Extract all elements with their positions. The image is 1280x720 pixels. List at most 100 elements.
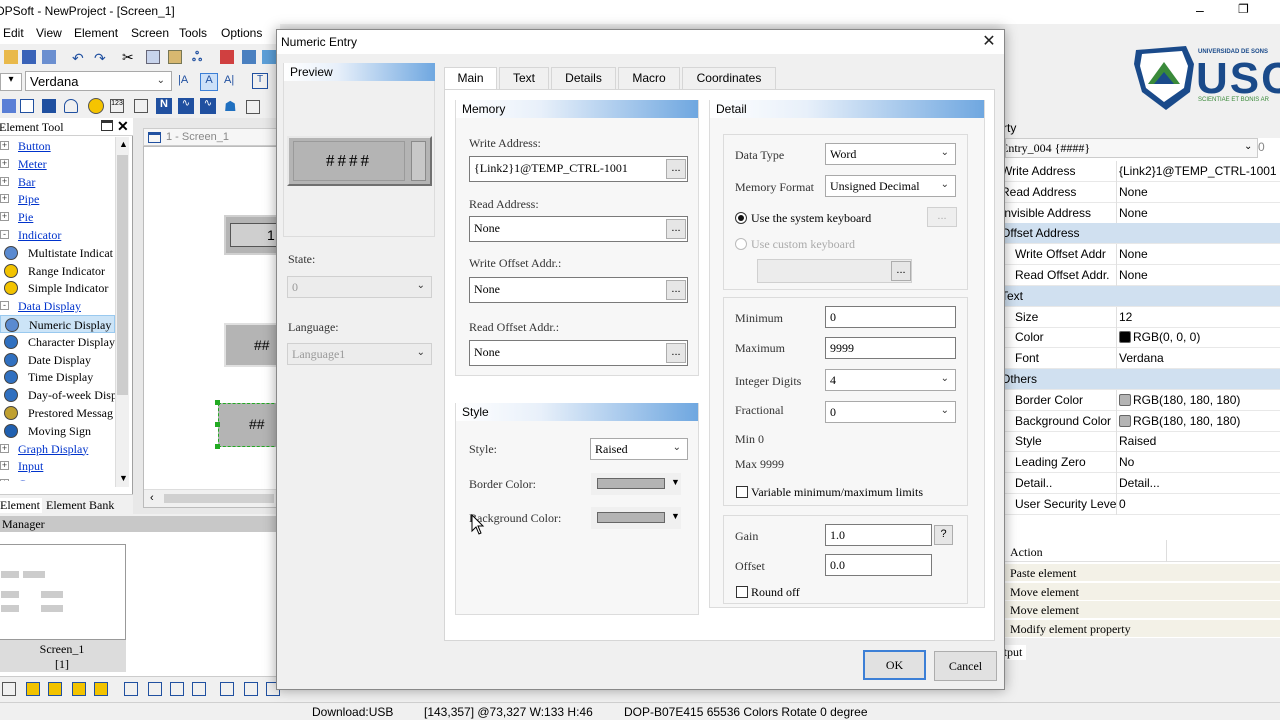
action-row[interactable]: Paste element — [1005, 564, 1280, 582]
close-icon[interactable]: ✕ — [977, 32, 1001, 52]
h-scroll-thumb[interactable] — [164, 494, 274, 503]
property-row[interactable]: Style Raised — [1005, 431, 1280, 453]
border-color-picker[interactable]: ▼ — [591, 473, 681, 495]
selection-handle[interactable] — [215, 444, 220, 449]
tree-category[interactable]: + Bar — [0, 173, 115, 191]
arc-icon[interactable] — [64, 99, 78, 113]
property-group[interactable]: Others — [1001, 369, 1280, 390]
collapse-icon[interactable]: - — [0, 301, 9, 311]
expand-icon[interactable]: + — [0, 194, 9, 204]
align-group-icon-1[interactable] — [26, 682, 40, 696]
background-color-picker[interactable]: ▼ — [591, 507, 681, 529]
distribute-icon-1[interactable] — [124, 682, 138, 696]
data-type-combo[interactable]: Word ⌄ — [825, 143, 956, 165]
tree-category[interactable]: + Input — [0, 457, 115, 475]
property-value[interactable]: 12 — [1119, 310, 1132, 324]
menu-item[interactable]: Options — [221, 26, 262, 40]
float-icon[interactable] — [101, 120, 113, 131]
align-group-icon-4[interactable] — [94, 682, 108, 696]
round-off-checkbox[interactable] — [736, 586, 748, 598]
tab-coordinates[interactable]: Coordinates — [682, 67, 776, 90]
expand-icon[interactable]: + — [0, 141, 9, 150]
variable-limits-checkbox[interactable] — [736, 486, 748, 498]
minimize-icon[interactable]: – — [1196, 2, 1204, 18]
undo-icon[interactable]: ↶ — [72, 50, 86, 66]
tab-text[interactable]: Text — [499, 67, 549, 90]
element-icon-3[interactable] — [42, 99, 56, 113]
property-row[interactable]: Font Verdana — [1005, 348, 1280, 370]
alarm-icon[interactable]: ☗ — [224, 98, 238, 114]
font-combo[interactable]: Verdana ⌄ — [25, 71, 172, 91]
tree-item[interactable]: Time Display — [0, 368, 115, 386]
property-value[interactable]: No — [1119, 455, 1134, 469]
property-group[interactable]: Offset Address — [1001, 223, 1280, 245]
ok-button[interactable]: OK — [863, 650, 926, 680]
tree-item[interactable]: Date Display — [0, 351, 115, 369]
property-row[interactable]: Read Address None — [1001, 181, 1280, 203]
size-icon-2[interactable] — [244, 682, 258, 696]
offset-input[interactable]: 0.0 — [825, 554, 932, 576]
write-offset-browse-button[interactable]: ... — [666, 280, 686, 300]
property-value[interactable]: None — [1119, 247, 1148, 261]
canvas-numeric-entry-selected[interactable]: ## — [218, 403, 284, 447]
download-icon[interactable] — [242, 50, 256, 64]
scroll-down-icon[interactable]: ▼ — [119, 473, 128, 483]
close-icon[interactable]: ✕ — [117, 118, 129, 135]
tree-item[interactable]: Range Indicator — [0, 262, 115, 280]
system-keyboard-browse-button[interactable]: ... — [927, 207, 957, 227]
scroll-left-icon[interactable]: ‹ — [150, 492, 154, 504]
tree-category[interactable]: + Pipe — [0, 190, 115, 208]
canvas-numeric-display[interactable]: ## — [224, 323, 284, 367]
property-row[interactable]: Write Offset Addr None — [1005, 244, 1280, 266]
expand-icon[interactable]: + — [0, 212, 9, 222]
selection-handle[interactable] — [215, 400, 220, 405]
property-row[interactable]: Background Color RGB(180, 180, 180) — [1005, 410, 1280, 432]
write-address-input[interactable]: {Link2}1@TEMP_CTRL-1001 — [469, 156, 688, 182]
save-all-icon[interactable] — [42, 50, 56, 64]
action-row[interactable]: Move element — [1005, 582, 1280, 601]
property-value[interactable]: Raised — [1119, 434, 1156, 448]
gain-help-button[interactable]: ? — [934, 525, 953, 545]
expand-icon[interactable]: + — [0, 176, 9, 186]
element-icon-1[interactable] — [2, 99, 16, 113]
tree-category[interactable]: + Graph Display — [0, 440, 115, 458]
tree-category[interactable]: + Button — [0, 137, 115, 155]
property-value[interactable]: None — [1119, 185, 1148, 199]
tab-details[interactable]: Details — [551, 67, 616, 90]
property-row[interactable]: Leading Zero No — [1005, 452, 1280, 474]
find-icon[interactable]: ஃ — [192, 49, 206, 64]
align-left-icon[interactable]: |A — [178, 74, 192, 88]
property-row[interactable]: Invisible Address None — [1001, 202, 1280, 224]
custom-keyboard-combo[interactable] — [757, 259, 912, 283]
simulate-icon[interactable] — [262, 50, 276, 64]
numeric-icon[interactable]: 123 — [110, 99, 124, 113]
tree-item[interactable]: Character Display — [0, 333, 115, 351]
tree-item[interactable]: Prestored Messag — [0, 404, 115, 422]
minimum-input[interactable]: 0 — [825, 306, 956, 328]
action-row[interactable]: Modify element property — [1005, 620, 1280, 639]
align-group-icon-3[interactable] — [72, 682, 86, 696]
property-value[interactable]: RGB(0, 0, 0) — [1119, 330, 1200, 344]
size-icon-1[interactable] — [220, 682, 234, 696]
trend-icon[interactable]: ∿ — [178, 98, 194, 114]
element-tree-scrollbar[interactable]: ▲ ▼ — [115, 137, 129, 487]
property-value[interactable]: None — [1119, 268, 1148, 282]
text-n-icon[interactable]: N — [156, 98, 172, 114]
layout-icon-1[interactable] — [2, 682, 16, 696]
tree-category[interactable]: - Indicator — [0, 226, 115, 244]
property-row[interactable]: Write Address {Link2}1@TEMP_CTRL-1001 — [1001, 161, 1280, 182]
tree-item[interactable]: Numeric Display — [0, 315, 115, 333]
copy-icon[interactable] — [146, 50, 160, 64]
distribute-icon-4[interactable] — [192, 682, 206, 696]
write-offset-input[interactable]: None — [469, 277, 688, 303]
expand-icon[interactable]: + — [0, 461, 9, 471]
property-row[interactable]: Border Color RGB(180, 180, 180) — [1005, 389, 1280, 411]
tree-item[interactable]: Multistate Indicat — [0, 244, 115, 262]
property-value[interactable]: None — [1119, 206, 1148, 220]
open-icon[interactable] — [4, 50, 18, 64]
tree-category[interactable]: + Meter — [0, 155, 115, 173]
scroll-thumb[interactable] — [117, 155, 128, 395]
align-right-icon[interactable]: A| — [224, 74, 238, 88]
redo-icon[interactable]: ↷ — [94, 50, 108, 66]
integer-digits-combo[interactable]: 4 ⌄ — [825, 369, 956, 391]
